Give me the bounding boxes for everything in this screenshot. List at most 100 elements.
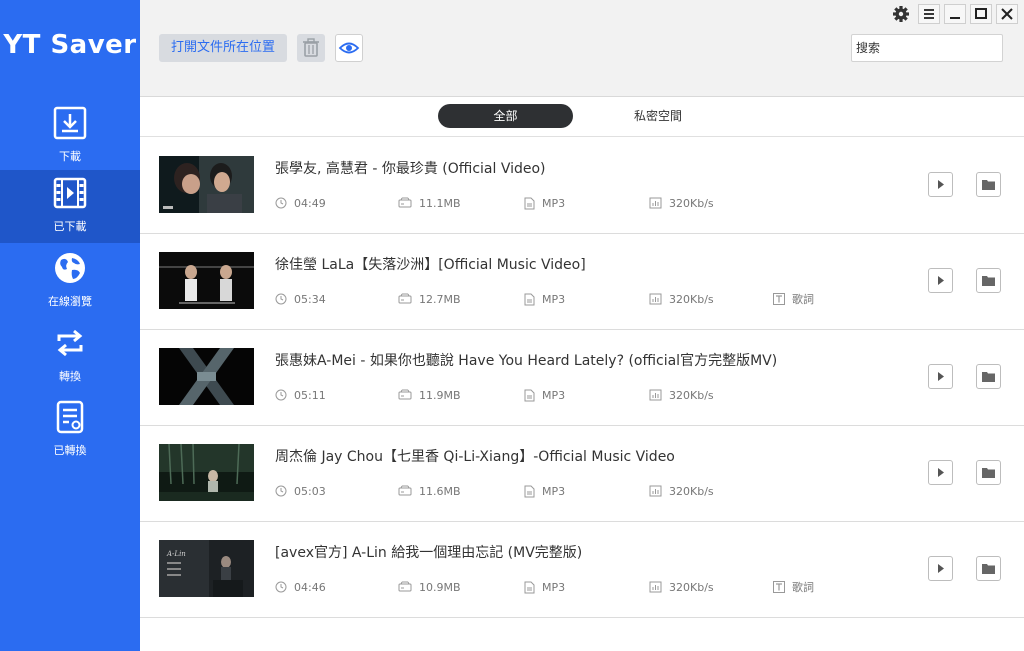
play-button[interactable]: [928, 268, 953, 293]
sidebar: YT Saver 下載 已下載 在線瀏覽 轉換 已轉換: [0, 0, 140, 651]
item-title: 張惠妹A-Mei - 如果你也聽說 Have You Heard Lately?…: [275, 353, 778, 369]
bitrate: 320Kb/s: [649, 387, 714, 403]
folder-icon: [982, 564, 995, 574]
disk-icon: [398, 389, 412, 400]
open-folder-button[interactable]: [976, 172, 1001, 197]
bitrate-icon: [649, 197, 662, 209]
bitrate-value: 320Kb/s: [669, 580, 714, 594]
duration: 05:34: [275, 291, 326, 307]
file-format: MP3: [524, 579, 565, 595]
open-folder-button[interactable]: [976, 268, 1001, 293]
play-icon: [938, 564, 944, 573]
sidebar-item-label: 已轉換: [53, 444, 87, 457]
play-icon: [938, 276, 944, 285]
delete-button[interactable]: [297, 34, 325, 62]
maximize-icon: [975, 8, 987, 19]
file-size: 10.9MB: [398, 579, 461, 595]
lyrics-badge[interactable]: 歌詞: [773, 291, 814, 307]
open-folder-button[interactable]: [976, 556, 1001, 581]
file-size-value: 11.6MB: [419, 484, 461, 498]
toolbar: 打開文件所在位置: [140, 0, 1024, 97]
disk-icon: [398, 293, 412, 304]
text-icon: [773, 581, 785, 593]
play-icon: [938, 468, 944, 477]
play-button[interactable]: [928, 460, 953, 485]
clock-icon: [275, 293, 287, 305]
app-title: YT Saver: [3, 30, 137, 60]
downloaded-list: 張學友, 高慧君 - 你最珍貴 (Official Video) 04:49 1…: [140, 138, 1024, 651]
video-thumbnail: [159, 348, 254, 405]
sidebar-item-converted[interactable]: 已轉換: [0, 394, 140, 467]
play-icon: [938, 372, 944, 381]
sidebar-item-convert[interactable]: 轉換: [0, 320, 140, 393]
tab-private-space[interactable]: 私密空間: [588, 104, 728, 128]
menu-button[interactable]: [918, 4, 940, 24]
open-folder-button[interactable]: [976, 460, 1001, 485]
file-icon: [524, 389, 535, 401]
text-icon: [773, 293, 785, 305]
file-format: MP3: [524, 387, 565, 403]
list-item[interactable]: 張惠妹A-Mei - 如果你也聽說 Have You Heard Lately?…: [140, 330, 1024, 426]
file-size-value: 12.7MB: [419, 292, 461, 306]
minimize-icon: [950, 17, 960, 19]
lyrics-badge[interactable]: 歌詞: [773, 579, 814, 595]
clock-icon: [275, 581, 287, 593]
tabs-bar: 全部 私密空間: [140, 97, 1024, 137]
play-icon: [938, 180, 944, 189]
sidebar-item-online-browse[interactable]: 在線瀏覽: [0, 245, 140, 318]
play-button[interactable]: [928, 172, 953, 197]
preview-button[interactable]: [335, 34, 363, 62]
list-item[interactable]: 張學友, 高慧君 - 你最珍貴 (Official Video) 04:49 1…: [140, 138, 1024, 234]
play-button[interactable]: [928, 364, 953, 389]
open-folder-button[interactable]: 打開文件所在位置: [159, 34, 287, 62]
duration-value: 05:11: [294, 388, 326, 402]
duration-value: 05:03: [294, 484, 326, 498]
play-button[interactable]: [928, 556, 953, 581]
gear-icon: [893, 6, 909, 22]
file-icon: [524, 581, 535, 593]
file-icon: [524, 293, 535, 305]
disk-icon: [398, 197, 412, 208]
bitrate: 320Kb/s: [649, 483, 714, 499]
svg-text:A-Lin: A-Lin: [166, 550, 186, 558]
sidebar-item-label: 轉換: [59, 370, 81, 383]
sidebar-item-label: 在線瀏覽: [48, 295, 92, 308]
folder-icon: [982, 180, 995, 190]
file-size: 11.6MB: [398, 483, 461, 499]
bitrate-icon: [649, 293, 662, 305]
converted-doc-icon: [56, 400, 84, 434]
file-size-value: 11.9MB: [419, 388, 461, 402]
duration: 05:03: [275, 483, 326, 499]
bitrate-value: 320Kb/s: [669, 292, 714, 306]
sidebar-item-downloaded[interactable]: 已下載: [0, 170, 140, 243]
item-title: 張學友, 高慧君 - 你最珍貴 (Official Video): [275, 161, 546, 177]
duration-value: 04:46: [294, 580, 326, 594]
video-thumbnail: A-Lin: [159, 540, 254, 597]
menu-icon: [924, 9, 934, 19]
settings-button[interactable]: [890, 4, 912, 24]
format-value: MP3: [542, 580, 566, 594]
file-format: MP3: [524, 195, 565, 211]
item-title: 徐佳瑩 LaLa【失落沙洲】[Official Music Video]: [275, 257, 586, 273]
bitrate-value: 320Kb/s: [669, 484, 714, 498]
file-size: 11.9MB: [398, 387, 461, 403]
sidebar-item-label: 已下載: [53, 220, 87, 233]
minimize-button[interactable]: [944, 4, 966, 24]
bitrate-icon: [649, 389, 662, 401]
close-button[interactable]: [996, 4, 1018, 24]
maximize-button[interactable]: [970, 4, 992, 24]
duration-value: 04:49: [294, 196, 326, 210]
file-format: MP3: [524, 291, 565, 307]
list-item[interactable]: 周杰倫 Jay Chou【七里香 Qi-Li-Xiang】-Official M…: [140, 426, 1024, 522]
bitrate: 320Kb/s: [649, 579, 714, 595]
sidebar-item-download[interactable]: 下載: [0, 100, 140, 173]
format-value: MP3: [542, 196, 566, 210]
list-item[interactable]: 徐佳瑩 LaLa【失落沙洲】[Official Music Video] 05:…: [140, 234, 1024, 330]
tab-all[interactable]: 全部: [438, 104, 573, 128]
duration: 05:11: [275, 387, 326, 403]
open-folder-button[interactable]: [976, 364, 1001, 389]
list-item[interactable]: A-Lin [avex官方] A-Lin 給我一個理由忘記 (MV完整版) 04…: [140, 522, 1024, 618]
video-thumbnail: [159, 252, 254, 309]
format-value: MP3: [542, 388, 566, 402]
search-input[interactable]: [851, 34, 1003, 62]
